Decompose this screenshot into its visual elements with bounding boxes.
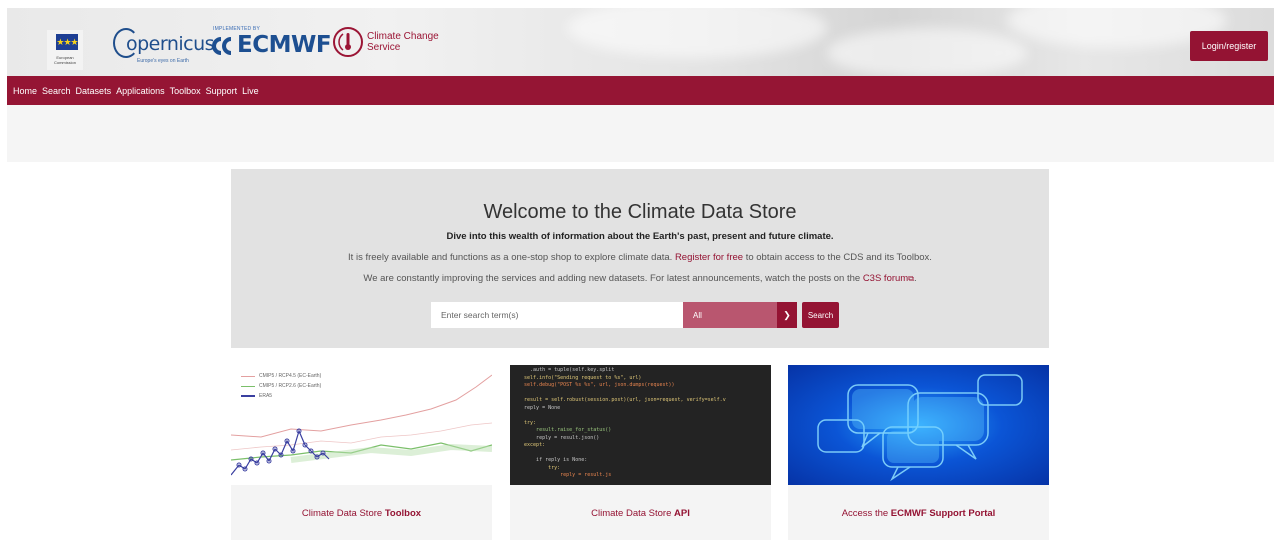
code-line: self.info("Sending request to %s", url) [518, 374, 642, 381]
code-line: except: [518, 442, 546, 448]
thermometer-icon [333, 27, 363, 57]
toolbox-chart-image: CMIP5 / RCP4.5 (EC-Earth) CMIP5 / RCP2.6… [231, 365, 492, 485]
support-portal-card[interactable]: Access the ECMWF Support Portal [788, 365, 1049, 540]
caption-text: Climate Data Store [301, 508, 385, 519]
c3s-logo-text: Climate Change Service [367, 31, 439, 53]
hero-text-register: It is freely available and functions as … [231, 252, 1049, 263]
hero-subtitle: Dive into this wealth of information abo… [446, 231, 834, 242]
dataset-type-select[interactable]: All [683, 302, 777, 328]
api-code-image: .auth = tuple(self.key.split self.info("… [510, 365, 771, 485]
nav-item-applications[interactable]: Applications [116, 86, 165, 96]
legend-swatch [241, 395, 255, 397]
legend-entry: CMIP5 / RCP2.6 (EC-Earth) [241, 381, 321, 391]
c3s-line2: Service [367, 42, 401, 53]
login-register-button[interactable]: Login/register [1190, 31, 1268, 61]
api-card[interactable]: .auth = tuple(self.key.split self.info("… [510, 365, 771, 540]
legend-label: ERA5 [259, 393, 273, 399]
welcome-panel: Welcome to the Climate Data Store Dive i… [231, 169, 1049, 348]
nav-item-home[interactable]: Home [13, 86, 37, 96]
c3s-logo[interactable]: Climate Change Service [331, 25, 441, 61]
page: ★★★ European Commission opernicus Europe… [0, 0, 1275, 540]
api-card-caption[interactable]: Climate Data Store API [510, 508, 771, 519]
caption-text: Access the [841, 508, 891, 519]
code-line: .auth = tuple(self.key.split [518, 367, 615, 373]
legend-swatch [241, 375, 255, 377]
nav-item-toolbox[interactable]: Toolbox [170, 86, 201, 96]
sub-banner [7, 105, 1274, 162]
hero-text-1b: to obtain access to the CDS and its Tool… [743, 252, 932, 263]
register-link[interactable]: Register for free [675, 252, 743, 263]
nav-item-support[interactable]: Support [206, 86, 238, 96]
c3s-forum-link[interactable]: C3S forum⧉ [863, 273, 914, 284]
caption-text: Climate Data Store [591, 508, 675, 519]
page-title: Welcome to the Climate Data Store [483, 201, 797, 223]
search-button[interactable]: Search [802, 302, 839, 328]
ecmwf-logo[interactable]: IMPLEMENTED BY ECMWF [211, 26, 332, 66]
nav-item-live[interactable]: Live [242, 86, 259, 96]
chevron-down-icon[interactable]: ❯ [777, 302, 797, 328]
ecmwf-mark-icon [212, 37, 232, 55]
code-line: try: [518, 419, 537, 426]
copernicus-tagline: Europe's eyes on Earth [137, 58, 189, 64]
toolbox-card-caption[interactable]: Climate Data Store Toolbox [231, 508, 492, 519]
c3s-line1: Climate Change [367, 31, 439, 42]
caption-bold-text: ECMWF Support Portal [890, 508, 996, 519]
hero-text-1a: It is freely available and functions as … [348, 252, 675, 263]
support-chat-image [788, 365, 1049, 485]
hero-text-2a: We are constantly improving the services… [363, 273, 863, 284]
eu-flag-icon: ★★★ [56, 34, 79, 50]
chart-legend: CMIP5 / RCP4.5 (EC-Earth) CMIP5 / RCP2.6… [241, 371, 321, 401]
legend-swatch [241, 385, 255, 387]
legend-label: CMIP5 / RCP4.5 (EC-Earth) [259, 373, 322, 379]
eu-logo[interactable]: ★★★ European Commission [47, 30, 83, 70]
legend-label: CMIP5 / RCP2.6 (EC-Earth) [259, 383, 322, 389]
eu-logo-text: European Commission [53, 55, 76, 65]
caption-bold-text: API [674, 508, 690, 519]
code-line: self.debug("POST %s %s", url, json.dumps… [518, 382, 675, 388]
ecmwf-wordmark: ECMWF [237, 32, 332, 58]
nav-item-search[interactable]: Search [42, 86, 71, 96]
c3s-forum-link-text: C3S forum [862, 273, 909, 284]
toolbox-card[interactable]: CMIP5 / RCP4.5 (EC-Earth) CMIP5 / RCP2.6… [231, 365, 492, 540]
code-line: result.raise_for_status() [518, 427, 612, 433]
chat-bubbles-icon [817, 374, 1023, 482]
code-line: try: [518, 464, 561, 471]
hero-text-2b: . [913, 273, 917, 284]
support-card-caption[interactable]: Access the ECMWF Support Portal [788, 508, 1049, 519]
hero-text-forum: We are constantly improving the services… [231, 273, 1049, 284]
caption-bold-text: Toolbox [384, 508, 422, 519]
copernicus-wordmark: opernicus [126, 33, 215, 55]
code-line: if reply is None: [518, 457, 588, 463]
legend-entry: CMIP5 / RCP4.5 (EC-Earth) [241, 371, 321, 381]
legend-entry: ERA5 [241, 391, 321, 401]
search-bar: All ❯ Search [431, 302, 839, 328]
code-line: result = self.robust(session.post)(url, … [518, 397, 726, 403]
search-input[interactable] [431, 302, 683, 328]
copernicus-logo[interactable]: opernicus Europe's eyes on Earth [113, 24, 215, 66]
nav-item-datasets[interactable]: Datasets [76, 86, 112, 96]
code-line: reply = None [518, 404, 561, 411]
code-line: reply = result.js [518, 472, 612, 478]
main-nav: Home Search Datasets Applications Toolbo… [7, 76, 1274, 105]
site-header: ★★★ European Commission opernicus Europe… [7, 8, 1274, 76]
code-line: reply = result.json() [518, 434, 600, 441]
